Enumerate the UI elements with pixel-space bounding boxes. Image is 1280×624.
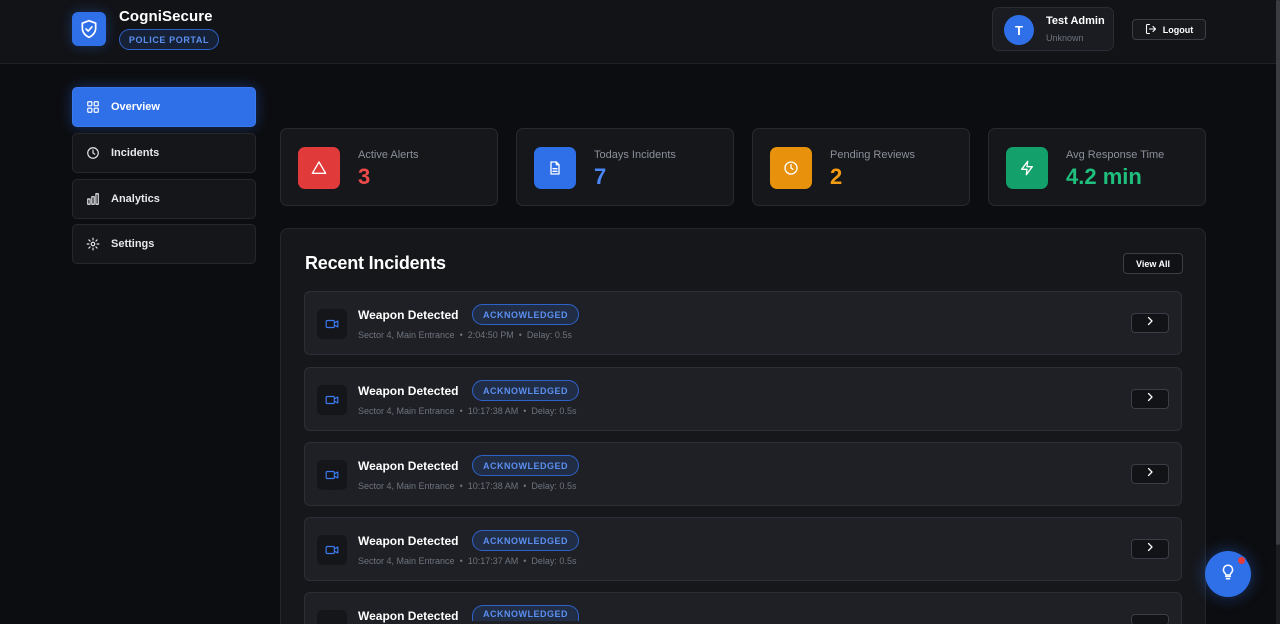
incident-meta: Sector 4, Main Entrance • 10:17:38 AM • Dela…: [358, 406, 577, 416]
sidebar-item-label: Settings: [111, 238, 155, 250]
incident-time: 10:17:38 AM: [467, 406, 519, 416]
incident-meta: Sector 4, Main Entrance • 10:17:37 AM • Dela…: [358, 556, 577, 566]
avatar: T: [1004, 15, 1034, 45]
logout-label: Logout: [1162, 24, 1194, 35]
stat-value: 3: [358, 164, 371, 189]
gear-icon: [86, 237, 100, 251]
incident-meta: Sector 4, Main Entrance • 2:04:50 PM • Delay…: [358, 330, 572, 340]
incident-time: 10:17:38 AM: [467, 481, 519, 491]
chevron-right-icon: [1144, 540, 1156, 558]
stat-label: Avg Response Time: [1066, 149, 1165, 161]
video-camera-icon: [317, 535, 347, 565]
stat-label: Pending Reviews: [830, 149, 915, 161]
panel-title: Recent Incidents: [305, 253, 446, 273]
status-badge: ACKNOWLEDGED: [472, 605, 579, 621]
open-incident-button[interactable]: [1131, 539, 1169, 559]
open-incident-button[interactable]: [1131, 614, 1169, 624]
user-profile-card[interactable]: T Test Admin Unknown: [992, 7, 1114, 51]
chevron-right-icon: [1144, 314, 1156, 332]
assistant-fab-button[interactable]: [1205, 551, 1251, 597]
shield-check-icon: [72, 12, 106, 46]
open-incident-button[interactable]: [1131, 464, 1169, 484]
status-badge: ACKNOWLEDGED: [472, 455, 579, 476]
status-badge: ACKNOWLEDGED: [472, 530, 579, 551]
incident-delay: Delay: 0.5s: [526, 330, 572, 340]
incident-row[interactable]: Weapon Detected ACKNOWLEDGED Sector 4, M…: [304, 291, 1182, 355]
sidebar-item-analytics[interactable]: Analytics: [72, 179, 256, 219]
incident-row[interactable]: Weapon Detected ACKNOWLEDGED Sector 4, M…: [304, 517, 1182, 581]
logout-icon: [1145, 23, 1157, 37]
chevron-right-icon: [1144, 465, 1156, 483]
status-badge: ACKNOWLEDGED: [472, 304, 579, 325]
incident-location: Sector 4, Main Entrance: [358, 556, 455, 566]
incident-meta: Sector 4, Main Entrance • 10:17:38 AM • Dela…: [358, 481, 577, 491]
chevron-right-icon: [1144, 390, 1156, 408]
sidebar-item-overview[interactable]: Overview: [72, 87, 256, 127]
incident-time: 10:17:37 AM: [467, 556, 519, 566]
incident-title: Weapon Detected: [358, 459, 459, 473]
sidebar-item-settings[interactable]: Settings: [72, 224, 256, 264]
scrollbar-thumb[interactable]: [1276, 0, 1280, 545]
video-camera-icon: [317, 385, 347, 415]
top-header: CogniSecure POLICE PORTAL T Test Admin U…: [0, 0, 1276, 64]
incident-row[interactable]: Weapon Detected ACKNOWLEDGED Sector 4, M…: [304, 367, 1182, 431]
status-badge: ACKNOWLEDGED: [472, 380, 579, 401]
video-camera-icon: [317, 460, 347, 490]
portal-badge: POLICE PORTAL: [119, 29, 219, 50]
incident-row[interactable]: Weapon Detected ACKNOWLEDGED: [304, 592, 1182, 624]
stat-label: Active Alerts: [358, 149, 419, 161]
document-icon: [534, 147, 576, 189]
open-incident-button[interactable]: [1131, 389, 1169, 409]
incident-delay: Delay: 0.5s: [531, 481, 577, 491]
incident-location: Sector 4, Main Entrance: [358, 481, 455, 491]
stat-value: 2: [830, 164, 843, 189]
sidebar-item-label: Analytics: [111, 193, 160, 205]
incident-time: 2:04:50 PM: [467, 330, 514, 340]
user-name: Test Admin: [1046, 15, 1105, 27]
stat-value: 7: [594, 164, 607, 189]
stat-card-pending-reviews: Pending Reviews 2: [752, 128, 970, 206]
sidebar-item-label: Overview: [111, 101, 160, 113]
incident-title: Weapon Detected: [358, 609, 459, 623]
open-incident-button[interactable]: [1131, 313, 1169, 333]
incident-title: Weapon Detected: [358, 534, 459, 548]
incident-delay: Delay: 0.5s: [531, 406, 577, 416]
bar-chart-icon: [86, 192, 100, 206]
incident-row[interactable]: Weapon Detected ACKNOWLEDGED Sector 4, M…: [304, 442, 1182, 506]
clock-icon: [86, 146, 100, 160]
incident-title: Weapon Detected: [358, 308, 459, 322]
user-role: Unknown: [1046, 33, 1084, 43]
stat-label: Todays Incidents: [594, 149, 676, 161]
stat-value: 4.2 min: [1066, 164, 1142, 189]
incident-title: Weapon Detected: [358, 384, 459, 398]
lightbulb-icon: [1219, 563, 1237, 586]
app-name: CogniSecure: [119, 8, 213, 25]
sidebar-item-incidents[interactable]: Incidents: [72, 133, 256, 173]
lightning-icon: [1006, 147, 1048, 189]
clock-icon: [770, 147, 812, 189]
stat-card-todays-incidents: Todays Incidents 7: [516, 128, 734, 206]
grid-icon: [86, 100, 100, 114]
view-all-button[interactable]: View All: [1123, 253, 1183, 274]
incident-location: Sector 4, Main Entrance: [358, 406, 455, 416]
video-camera-icon: [317, 610, 347, 624]
notification-dot: [1237, 556, 1246, 565]
stat-card-avg-response-time: Avg Response Time 4.2 min: [988, 128, 1206, 206]
incident-delay: Delay: 0.5s: [531, 556, 577, 566]
video-camera-icon: [317, 309, 347, 339]
alert-triangle-icon: [298, 147, 340, 189]
sidebar-item-label: Incidents: [111, 147, 160, 159]
incident-location: Sector 4, Main Entrance: [358, 330, 455, 340]
stat-card-active-alerts: Active Alerts 3: [280, 128, 498, 206]
logout-button[interactable]: Logout: [1132, 19, 1206, 40]
